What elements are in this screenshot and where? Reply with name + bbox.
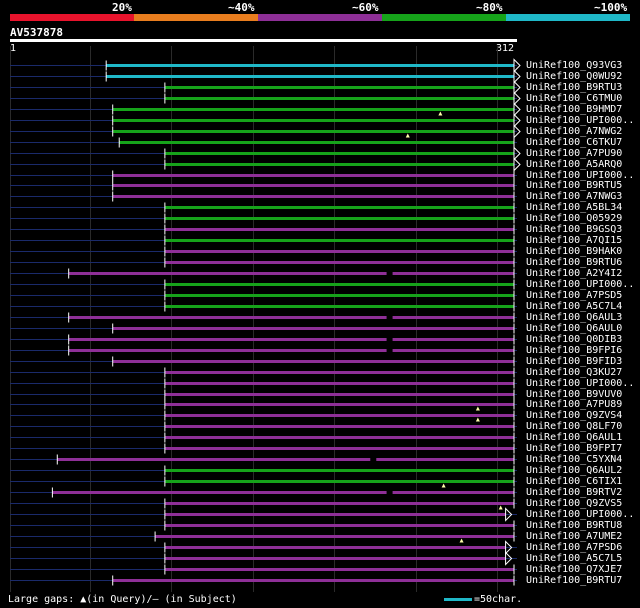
hit-label[interactable]: UniRef100_Q93VG3	[526, 60, 622, 71]
hit-label[interactable]: UniRef100_B9RTV2	[526, 487, 622, 498]
hit-label[interactable]: UniRef100_A5ARQ0	[526, 159, 622, 170]
hit-label[interactable]: UniRef100_Q6AUL0	[526, 323, 622, 334]
hit-label[interactable]: UniRef100_A7QI15	[526, 235, 622, 246]
hit-label[interactable]: UniRef100_A5BL34	[526, 202, 622, 213]
scale-legend: =50char.	[444, 594, 522, 605]
hit-label[interactable]: UniRef100_Q0WU92	[526, 71, 622, 82]
hit-label[interactable]: UniRef100_UPI000..	[526, 509, 634, 520]
hit-label[interactable]: UniRef100_C6TIX1	[526, 476, 622, 487]
hit-label[interactable]: UniRef100_Q05929	[526, 213, 622, 224]
hit-label[interactable]: UniRef100_B9HAK0	[526, 246, 622, 257]
hit-label[interactable]: UniRef100_A2Y4I2	[526, 268, 622, 279]
hit-label[interactable]: UniRef100_C5YXN4	[526, 454, 622, 465]
hit-label[interactable]: UniRef100_A7PSD5	[526, 290, 622, 301]
hit-label[interactable]: UniRef100_B9RTU5	[526, 180, 622, 191]
hit-label[interactable]: UniRef100_A7PSD6	[526, 542, 622, 553]
hit-label[interactable]: UniRef100_UPI000..	[526, 115, 634, 126]
hit-label[interactable]: UniRef100_A7PU90	[526, 148, 622, 159]
hit-label[interactable]: UniRef100_A7NWG3	[526, 191, 622, 202]
scale-bar	[444, 597, 472, 601]
hit-label[interactable]: UniRef100_Q7XJE7	[526, 564, 622, 575]
hit-label[interactable]: UniRef100_A7UME2	[526, 531, 622, 542]
hit-label[interactable]: UniRef100_UPI000..	[526, 279, 634, 290]
hit-label[interactable]: UniRef100_B9RTU8	[526, 520, 622, 531]
hit-label[interactable]: UniRef100_B9RTU6	[526, 257, 622, 268]
hit-label[interactable]: UniRef100_B9FPI7	[526, 443, 622, 454]
hit-label[interactable]: UniRef100_Q9ZVS5	[526, 498, 622, 509]
hit-label[interactable]: UniRef100_A7PU89	[526, 399, 622, 410]
hit-label[interactable]: UniRef100_Q9ZVS4	[526, 410, 622, 421]
hit-label[interactable]: UniRef100_Q3KU27	[526, 367, 622, 378]
hit-label[interactable]: UniRef100_B9RTU7	[526, 575, 622, 586]
hit-label[interactable]: UniRef100_Q8LF70	[526, 421, 622, 432]
hit-label[interactable]: UniRef100_Q6AUL2	[526, 465, 622, 476]
hit-label[interactable]: UniRef100_B9RTU3	[526, 82, 622, 93]
hit-label[interactable]: UniRef100_A7NWG2	[526, 126, 622, 137]
hit-label[interactable]: UniRef100_A5C7L4	[526, 301, 622, 312]
hit-label[interactable]: UniRef100_B9FID3	[526, 356, 622, 367]
hit-label[interactable]: UniRef100_B9HMD7	[526, 104, 622, 115]
hit-label[interactable]: UniRef100_A5C7L5	[526, 553, 622, 564]
hit-label[interactable]: UniRef100_Q6AUL1	[526, 432, 622, 443]
query-gap-marker	[441, 483, 446, 488]
query-gap-marker	[475, 406, 480, 411]
query-gap-marker	[459, 538, 464, 543]
hit-label[interactable]: UniRef100_Q6AUL3	[526, 312, 622, 323]
gap-legend: Large gaps: ▲(in Query)/– (in Subject)	[8, 594, 237, 605]
hit-label[interactable]: UniRef100_UPI000..	[526, 378, 634, 389]
scale-label: =50char.	[474, 594, 523, 605]
query-gap-marker	[498, 505, 503, 510]
hit-label[interactable]: UniRef100_C6TMU0	[526, 93, 622, 104]
hit-label[interactable]: UniRef100_C6TKU7	[526, 137, 622, 148]
hit-label[interactable]: UniRef100_Q0DIB3	[526, 334, 622, 345]
query-gap-marker	[405, 133, 410, 138]
hit-label[interactable]: UniRef100_B9FPI6	[526, 345, 622, 356]
query-gap-marker	[438, 111, 443, 116]
query-gap-marker	[475, 417, 480, 422]
hit-label[interactable]: UniRef100_B9GSQ3	[526, 224, 622, 235]
